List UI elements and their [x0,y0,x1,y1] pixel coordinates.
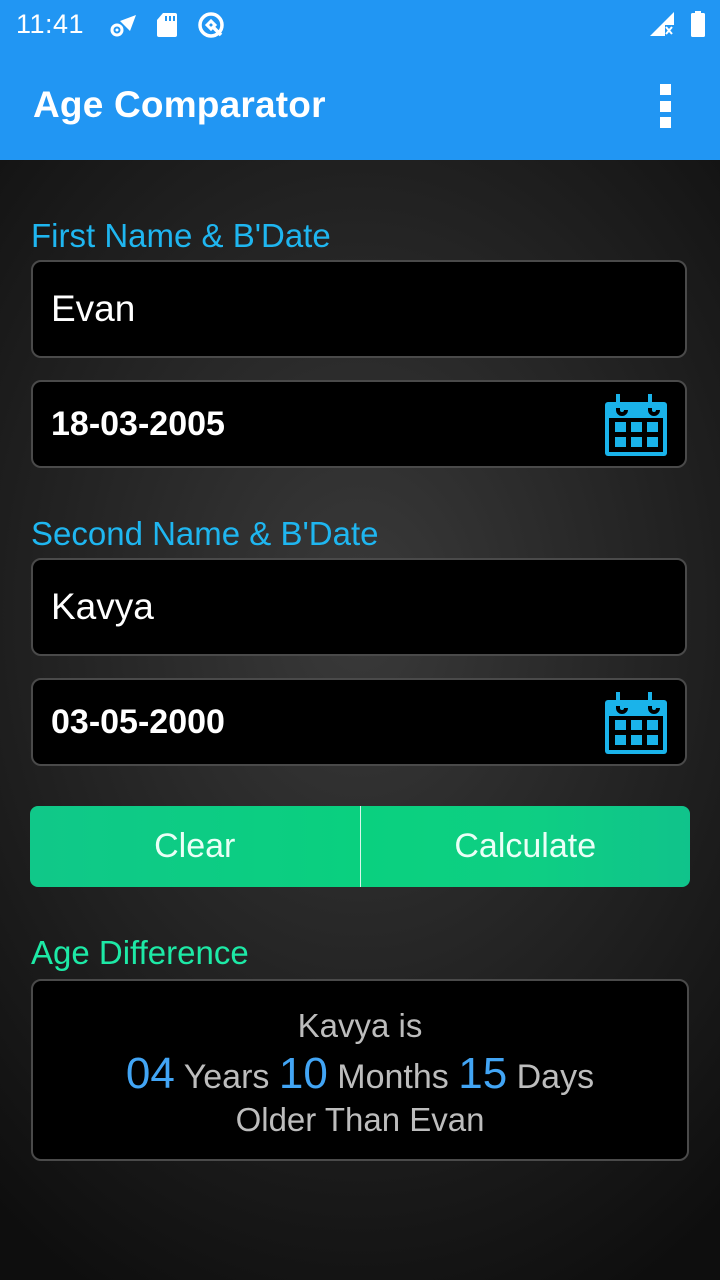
years-label: Years [183,1058,270,1096]
days-label: Days [516,1058,595,1096]
action-buttons: Clear Calculate [30,806,690,887]
first-name-field[interactable] [31,260,687,358]
result-box: Kavya is 04 Years 10 Months 15 Days Olde… [31,979,689,1161]
calendar-icon[interactable] [603,690,669,756]
second-birthdate-field[interactable] [31,678,687,766]
years-value: 04 [125,1049,175,1098]
second-birthdate-input[interactable] [51,680,591,764]
age-difference-label: Age Difference [31,934,249,971]
overflow-menu-icon[interactable] [650,84,680,128]
status-time: 11:41 [16,9,85,39]
app-title: Age Comparator [33,84,326,125]
result-duration: 04 Years 10 Months 15 Days [33,1049,687,1099]
calendar-icon[interactable] [603,392,669,458]
result-subject: Kavya is [297,1007,423,1044]
app-bar: Age Comparator [0,48,720,160]
clear-button[interactable]: Clear [30,806,360,887]
second-name-input[interactable] [51,560,591,654]
second-name-field[interactable] [31,558,687,656]
no-signal-icon [648,10,676,43]
months-value: 10 [278,1049,328,1098]
first-birthdate-field[interactable] [31,380,687,468]
settings-wifi-icon [108,11,138,44]
result-comparison: Older Than Evan [235,1101,485,1138]
q-circle-icon [196,10,226,45]
calculate-button[interactable]: Calculate [361,806,691,887]
sd-card-icon [156,12,178,43]
status-bar: 11:41 [0,0,720,48]
battery-icon [690,10,706,43]
days-value: 15 [458,1049,508,1098]
months-label: Months [337,1058,449,1096]
first-person-label: First Name & B'Date [31,217,331,254]
first-birthdate-input[interactable] [51,382,591,466]
first-name-input[interactable] [51,262,591,356]
second-person-label: Second Name & B'Date [31,515,379,552]
